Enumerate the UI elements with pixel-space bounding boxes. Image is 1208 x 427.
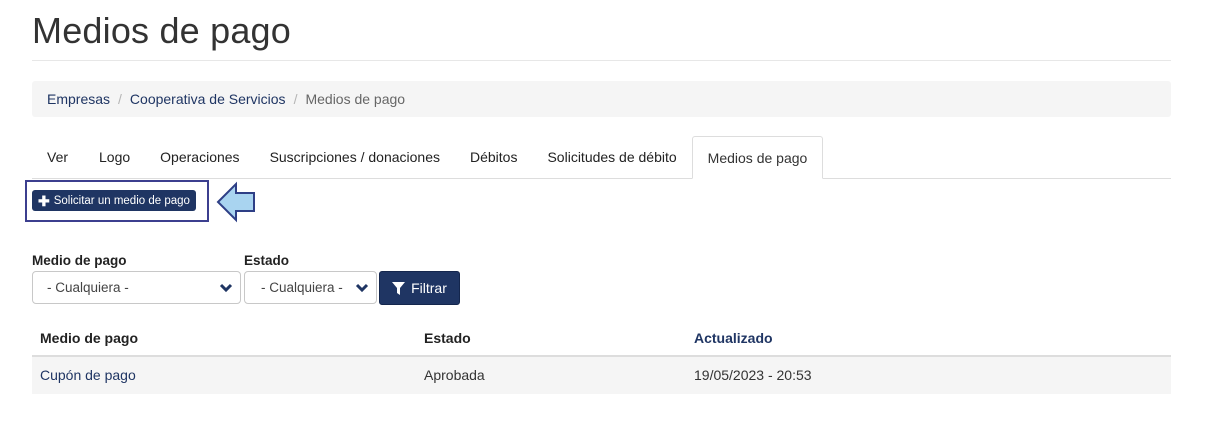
breadcrumb: Empresas / Cooperativa de Servicios / Me… bbox=[32, 81, 1171, 117]
filter-medio-select[interactable]: - Cualquiera - bbox=[32, 271, 241, 304]
row-estado: Aprobada bbox=[424, 367, 485, 383]
funnel-icon bbox=[392, 281, 406, 295]
tab-suscripciones[interactable]: Suscripciones / donaciones bbox=[255, 136, 455, 178]
row-actualizado: 19/05/2023 - 20:53 bbox=[694, 367, 812, 383]
filter-estado-value: - Cualquiera - bbox=[261, 280, 343, 295]
table-header: Medio de pago Estado Actualizado bbox=[32, 318, 1171, 357]
filter-button-label: Filtrar bbox=[411, 280, 447, 296]
tab-operaciones[interactable]: Operaciones bbox=[145, 136, 254, 178]
filter-medio-value: - Cualquiera - bbox=[47, 280, 129, 295]
tab-debitos[interactable]: Débitos bbox=[455, 136, 532, 178]
breadcrumb-separator: / bbox=[293, 91, 298, 107]
breadcrumb-cooperativa[interactable]: Cooperativa de Servicios bbox=[130, 91, 286, 107]
pointer-arrow-icon bbox=[216, 181, 255, 223]
tab-bar: Ver Logo Operaciones Suscripciones / don… bbox=[32, 136, 1171, 179]
chevron-down-icon bbox=[355, 283, 369, 293]
title-divider bbox=[32, 60, 1171, 61]
tab-medios-de-pago[interactable]: Medios de pago bbox=[691, 136, 824, 179]
payment-methods-table: Medio de pago Estado Actualizado Cupón d… bbox=[32, 318, 1171, 394]
table-row: Cupón de pago Aprobada 19/05/2023 - 20:5… bbox=[32, 357, 1171, 394]
tab-logo[interactable]: Logo bbox=[84, 136, 145, 178]
filter-button[interactable]: Filtrar bbox=[379, 271, 460, 305]
column-estado: Estado bbox=[424, 330, 471, 346]
filter-medio-label: Medio de pago bbox=[32, 253, 127, 268]
filter-estado-select[interactable]: - Cualquiera - bbox=[244, 271, 377, 304]
tab-solicitudes-debito[interactable]: Solicitudes de débito bbox=[532, 136, 691, 178]
column-actualizado-sort[interactable]: Actualizado bbox=[694, 330, 773, 346]
breadcrumb-separator: / bbox=[118, 91, 122, 107]
page-title: Medios de pago bbox=[32, 10, 291, 51]
chevron-down-icon bbox=[219, 283, 233, 293]
request-button-label: Solicitar un medio de pago bbox=[53, 194, 190, 207]
tab-ver[interactable]: Ver bbox=[32, 136, 84, 178]
row-medio-link[interactable]: Cupón de pago bbox=[40, 367, 136, 383]
breadcrumb-empresas[interactable]: Empresas bbox=[47, 91, 110, 107]
filter-estado-label: Estado bbox=[244, 253, 290, 268]
column-medio-de-pago: Medio de pago bbox=[40, 330, 138, 346]
request-payment-method-button[interactable]: ✚ Solicitar un medio de pago bbox=[32, 190, 196, 211]
breadcrumb-current: Medios de pago bbox=[305, 91, 406, 107]
plus-icon: ✚ bbox=[38, 192, 50, 209]
